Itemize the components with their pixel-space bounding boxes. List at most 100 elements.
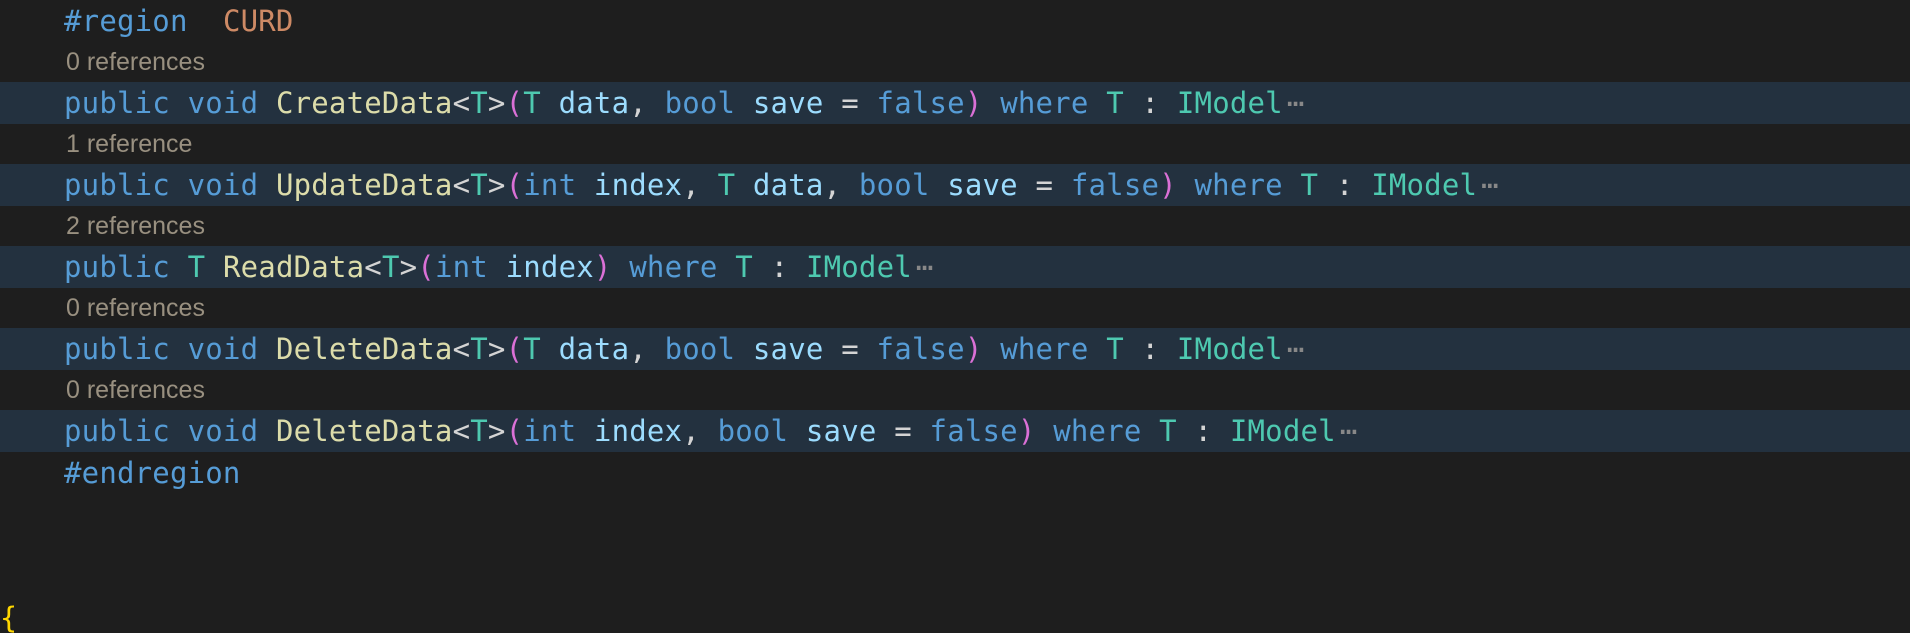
code-token: : bbox=[1335, 168, 1354, 202]
code-line[interactable]: #region CURD bbox=[0, 0, 1910, 42]
folded-code-line[interactable]: public T ReadData<T>(int index) where T … bbox=[0, 246, 1910, 288]
fold-ellipsis-icon[interactable]: ⋯ bbox=[1283, 86, 1305, 120]
codelens-references[interactable]: 0 references bbox=[0, 42, 1910, 82]
fold-ellipsis-icon[interactable]: ⋯ bbox=[912, 250, 934, 284]
fold-ellipsis-icon[interactable]: ⋯ bbox=[1477, 168, 1499, 202]
code-token: CreateData bbox=[275, 86, 453, 120]
folded-code-line[interactable]: public void DeleteData<T>(int index, boo… bbox=[0, 410, 1910, 452]
code-token: index bbox=[593, 168, 683, 202]
code-token: int bbox=[523, 414, 577, 448]
code-token: data bbox=[558, 86, 630, 120]
code-token: ) bbox=[1159, 168, 1177, 202]
folded-code-line[interactable]: public void DeleteData<T>(T data, bool s… bbox=[0, 328, 1910, 370]
code-token: : bbox=[770, 250, 789, 284]
code-token: bool bbox=[664, 332, 736, 366]
closing-brace-glyph: { bbox=[0, 603, 14, 633]
code-token: , bbox=[682, 168, 700, 202]
code-token: DeleteData bbox=[275, 414, 453, 448]
code-token: save bbox=[752, 332, 824, 366]
code-token: ( bbox=[505, 332, 524, 366]
folded-code-line[interactable]: public void CreateData<T>(T data, bool s… bbox=[0, 82, 1910, 124]
fold-ellipsis-icon[interactable]: ⋯ bbox=[1283, 332, 1305, 366]
code-token: T bbox=[1300, 168, 1319, 202]
codelens-references[interactable]: 0 references bbox=[0, 370, 1910, 410]
code-token: int bbox=[523, 168, 577, 202]
code-token: < bbox=[452, 414, 471, 448]
code-token: > bbox=[487, 332, 506, 366]
code-token: where bbox=[1000, 86, 1089, 120]
codelens-label[interactable]: 2 references bbox=[66, 212, 205, 240]
code-token: = bbox=[894, 414, 912, 448]
code-token: public bbox=[64, 86, 170, 120]
code-token: ReadData bbox=[222, 250, 365, 284]
code-token: T bbox=[1106, 86, 1124, 120]
code-token: data bbox=[752, 168, 824, 202]
code-token: void bbox=[187, 168, 259, 202]
code-token: < bbox=[452, 168, 471, 202]
codelens-references[interactable]: 0 references bbox=[0, 288, 1910, 328]
code-token: T bbox=[523, 332, 541, 366]
code-token: < bbox=[364, 250, 382, 284]
code-token: int bbox=[434, 250, 488, 284]
code-token: false bbox=[1070, 168, 1160, 202]
codelens-label[interactable]: 0 references bbox=[66, 48, 205, 76]
code-token: public bbox=[64, 250, 170, 284]
code-token: where bbox=[1053, 414, 1142, 448]
code-token: DeleteData bbox=[275, 332, 453, 366]
code-token: > bbox=[487, 86, 506, 120]
code-token: public bbox=[64, 414, 170, 448]
codelens-label[interactable]: 0 references bbox=[66, 294, 205, 322]
code-token: false bbox=[876, 332, 965, 366]
code-token: T bbox=[381, 250, 400, 284]
code-token: T bbox=[1159, 414, 1177, 448]
code-token: : bbox=[1194, 414, 1213, 448]
code-token: T bbox=[1106, 332, 1124, 366]
codelens-references[interactable]: 2 references bbox=[0, 206, 1910, 246]
code-editor[interactable]: #region CURD 0 references public void Crea… bbox=[0, 0, 1910, 633]
code-token: #endregion bbox=[64, 456, 241, 490]
code-token: ( bbox=[505, 86, 524, 120]
code-token: bool bbox=[717, 414, 789, 448]
code-token: > bbox=[399, 250, 418, 284]
codelens-label[interactable]: 1 reference bbox=[66, 130, 192, 158]
fold-ellipsis-icon[interactable]: ⋯ bbox=[1336, 414, 1358, 448]
code-token: T bbox=[735, 250, 753, 284]
code-token: ) bbox=[964, 332, 983, 366]
code-token: , bbox=[823, 168, 842, 202]
code-token: , bbox=[629, 332, 647, 366]
code-token: = bbox=[841, 332, 859, 366]
codelens-label[interactable]: 0 references bbox=[66, 376, 205, 404]
code-token: ( bbox=[505, 414, 524, 448]
code-token: bool bbox=[858, 168, 930, 202]
code-token: void bbox=[187, 414, 259, 448]
code-line[interactable]: #endregion bbox=[0, 452, 1910, 494]
code-token: T bbox=[717, 168, 736, 202]
codelens-references[interactable]: 1 reference bbox=[0, 124, 1910, 164]
code-token: ) bbox=[964, 86, 983, 120]
code-token: #region bbox=[64, 4, 188, 38]
code-token: public bbox=[64, 168, 170, 202]
folded-code-line[interactable]: public void UpdateData<T>(int index, T d… bbox=[0, 164, 1910, 206]
code-token: : bbox=[1141, 332, 1160, 366]
code-token: save bbox=[805, 414, 877, 448]
